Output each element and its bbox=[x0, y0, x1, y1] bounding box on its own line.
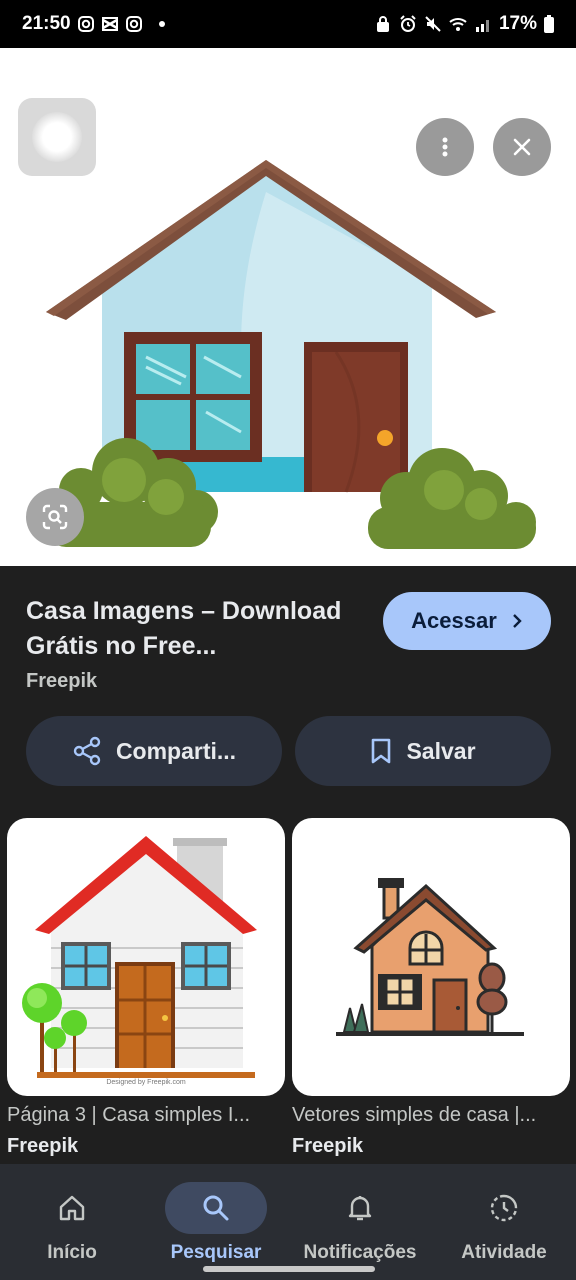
nav-item-activity[interactable]: Atividade bbox=[432, 1164, 576, 1280]
related-results: Designed by Freepik.com Página 3 | Casa … bbox=[0, 814, 576, 1164]
status-bar: 21:50 17% bbox=[0, 0, 576, 48]
related-thumbnail[interactable]: Designed by Freepik.com bbox=[7, 818, 285, 1096]
instagram-icon bbox=[77, 16, 94, 32]
result-source: Freepik bbox=[26, 670, 98, 692]
related-card[interactable]: Vetores simples de casa |... Freepik bbox=[292, 818, 570, 1158]
signal-icon bbox=[475, 20, 489, 32]
thumbnail-watermark: Designed by Freepik.com bbox=[106, 1079, 186, 1086]
search-icon bbox=[203, 1195, 229, 1221]
capcut-icon bbox=[101, 17, 118, 31]
nav-pill bbox=[165, 1182, 267, 1234]
nav-label-home: Início bbox=[47, 1242, 97, 1263]
nav-label-notifications: Notificações bbox=[303, 1242, 417, 1263]
notification-dot bbox=[158, 21, 165, 27]
related-card[interactable]: Designed by Freepik.com Página 3 | Casa … bbox=[7, 818, 285, 1158]
nav-pill bbox=[453, 1182, 555, 1234]
house-thumbnail-image bbox=[22, 836, 257, 1078]
nav-pill bbox=[309, 1182, 411, 1234]
visit-button[interactable]: Acessar bbox=[383, 592, 551, 650]
bottom-navigation: Início Pesquisar Notificações Atividade bbox=[0, 1164, 576, 1280]
visit-button-label: Acessar bbox=[411, 608, 497, 633]
nav-label-search: Pesquisar bbox=[170, 1242, 262, 1263]
house-image[interactable] bbox=[36, 152, 540, 562]
house-thumbnail-image bbox=[336, 878, 524, 1036]
lens-badge-icon bbox=[18, 98, 96, 176]
result-title[interactable]: Casa Imagens – Download Grátis no Free..… bbox=[26, 594, 376, 664]
lens-search-button[interactable] bbox=[26, 488, 84, 546]
save-button[interactable]: Salvar bbox=[295, 716, 551, 786]
related-source: Freepik bbox=[7, 1135, 79, 1157]
nav-pill bbox=[21, 1182, 123, 1234]
activity-icon bbox=[490, 1194, 518, 1222]
battery-icon bbox=[544, 15, 554, 33]
instagram-icon bbox=[125, 16, 142, 32]
related-source: Freepik bbox=[292, 1135, 364, 1157]
chevron-right-icon bbox=[512, 614, 522, 628]
status-left: 21:50 bbox=[22, 13, 165, 35]
save-button-label: Salvar bbox=[406, 737, 476, 764]
related-caption[interactable]: Vetores simples de casa |... bbox=[292, 1104, 570, 1127]
more-options-button[interactable] bbox=[416, 118, 474, 176]
nav-item-search[interactable]: Pesquisar bbox=[144, 1164, 288, 1280]
lock-icon bbox=[376, 16, 389, 32]
close-button[interactable] bbox=[493, 118, 551, 176]
result-info-panel: Casa Imagens – Download Grátis no Free..… bbox=[0, 566, 576, 814]
share-button-label: Comparti... bbox=[115, 737, 237, 764]
nav-item-home[interactable]: Início bbox=[0, 1164, 144, 1280]
alarm-icon bbox=[400, 15, 416, 32]
battery-percent: 17% bbox=[498, 13, 537, 34]
bell-icon bbox=[348, 1196, 372, 1221]
status-right: 17% bbox=[374, 13, 554, 35]
mute-icon bbox=[425, 16, 441, 32]
home-indicator[interactable] bbox=[203, 1266, 375, 1272]
close-icon bbox=[513, 138, 531, 156]
share-icon bbox=[73, 736, 101, 766]
image-viewer[interactable] bbox=[0, 48, 576, 566]
more-vert-icon bbox=[442, 137, 448, 157]
nav-label-activity: Atividade bbox=[461, 1242, 547, 1263]
nav-item-notifications[interactable]: Notificações bbox=[288, 1164, 432, 1280]
wifi-icon bbox=[449, 18, 467, 31]
related-thumbnail[interactable] bbox=[292, 818, 570, 1096]
status-time: 21:50 bbox=[22, 13, 71, 34]
lens-search-icon bbox=[42, 504, 68, 530]
bookmark-icon bbox=[372, 738, 391, 764]
home-icon bbox=[59, 1195, 85, 1221]
related-caption[interactable]: Página 3 | Casa simples I... bbox=[7, 1104, 285, 1127]
share-button[interactable]: Comparti... bbox=[26, 716, 282, 786]
